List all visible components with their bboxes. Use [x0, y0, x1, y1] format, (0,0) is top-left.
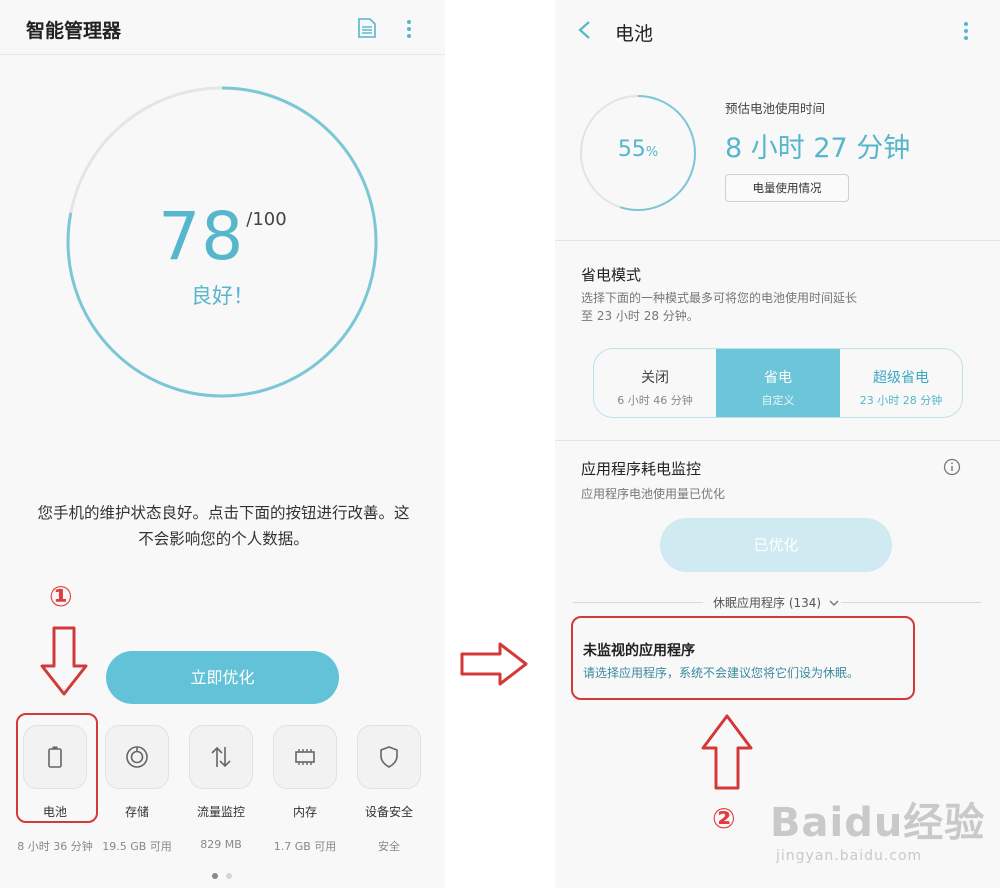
mode-off-sub: 6 小时 46 分钟: [617, 394, 693, 407]
tool-battery-sub: 8 小时 36 分钟: [17, 840, 93, 853]
tools-row: 电池 8 小时 36 分钟 存储 19.5 GB 可用 流量监控 829 MB …: [0, 725, 445, 855]
data-traffic-icon: [211, 746, 231, 768]
optimized-button: 已优化: [660, 518, 892, 572]
power-saving-text-2: 至 23 小时 28 分钟。: [581, 309, 699, 323]
tool-memory-sub: 1.7 GB 可用: [273, 840, 337, 853]
step-marker-2: ②: [712, 802, 736, 835]
battery-page-title: 电池: [615, 23, 654, 45]
unmonitored-apps-title: 未监视的应用程序: [583, 643, 695, 659]
app-power-monitor-title: 应用程序耗电监控: [581, 460, 702, 478]
tool-data-traffic-sub: 829 MB: [200, 838, 242, 851]
security-shield-icon: [380, 746, 398, 768]
optimize-now-button[interactable]: 立即优化: [106, 651, 339, 704]
mode-off[interactable]: 关闭 6 小时 46 分钟: [594, 349, 716, 417]
battery-percent: 55%: [579, 137, 697, 162]
watermark-brand: Baidu经验: [770, 800, 986, 846]
battery-usage-button[interactable]: 电量使用情况: [725, 174, 849, 202]
sleeping-apps-count: 休眠应用程序 (134): [713, 596, 822, 610]
up-arrow-annotation: [701, 714, 753, 790]
step-marker-1: ①: [49, 580, 73, 613]
back-arrow-icon[interactable]: [577, 20, 591, 40]
tool-device-security-tile[interactable]: [357, 725, 421, 789]
battery-icon: [48, 746, 62, 768]
mode-saving-sub: 自定义: [761, 394, 795, 407]
storage-icon: [126, 746, 148, 768]
report-document-icon[interactable]: [358, 18, 376, 38]
unmonitored-apps-item[interactable]: 未监视的应用程序 请选择应用程序，系统不会建议您将它们设为休眠。: [571, 616, 915, 700]
sleeping-apps-row[interactable]: 休眠应用程序 (134): [573, 592, 981, 612]
more-options-icon[interactable]: [402, 18, 416, 40]
tool-storage-tile[interactable]: [105, 725, 169, 789]
score-value: 78: [158, 198, 245, 275]
tool-battery[interactable]: 电池 8 小时 36 分钟: [14, 725, 96, 854]
mode-saving-selected[interactable]: 省电 自定义: [716, 349, 840, 417]
tool-device-security-sub: 安全: [378, 840, 400, 853]
tool-device-security-label: 设备安全: [364, 805, 413, 819]
score: 78/100: [0, 198, 445, 275]
score-status: 良好！: [191, 284, 254, 308]
watermark-url: jingyan.baidu.com: [776, 848, 923, 864]
mode-saving-label: 省电: [764, 370, 792, 386]
tool-device-security[interactable]: 设备安全 安全: [348, 725, 430, 854]
mode-super-saving[interactable]: 超级省电 23 小时 28 分钟: [840, 349, 962, 417]
tool-storage-label: 存储: [124, 805, 149, 819]
baidu-jingyan-watermark: Baidu经验 jingyan.baidu.com: [770, 790, 985, 864]
estimated-time-label: 预估电池使用时间: [725, 101, 826, 116]
app-power-monitor-text: 应用程序电池使用量已优化: [581, 487, 726, 501]
down-arrow-annotation: [40, 626, 88, 696]
power-mode-selector: 关闭 6 小时 46 分钟 省电 自定义 超级省电 23 小时 28 分钟: [593, 348, 963, 418]
tool-data-traffic-tile[interactable]: [189, 725, 253, 789]
page-dot: [226, 873, 232, 879]
info-icon[interactable]: [943, 458, 961, 476]
tool-storage[interactable]: 存储 19.5 GB 可用: [96, 725, 178, 854]
battery-percent-unit: %: [645, 145, 659, 160]
battery-app-bar: 电池: [555, 0, 1000, 60]
right-arrow-annotation: [460, 642, 528, 686]
score-max: /100: [246, 209, 287, 230]
memory-icon: [295, 749, 315, 765]
power-saving-text-1: 选择下面的一种模式最多可将您的电池使用时间延长: [581, 291, 858, 305]
mode-super-saving-label: 超级省电: [873, 370, 929, 386]
mode-off-label: 关闭: [641, 370, 669, 386]
more-options-icon[interactable]: [959, 20, 973, 42]
power-saving-title: 省电模式: [581, 266, 642, 284]
tool-data-traffic-label: 流量监控: [196, 805, 245, 819]
tool-memory[interactable]: 内存 1.7 GB 可用: [264, 725, 346, 854]
tool-storage-sub: 19.5 GB 可用: [102, 840, 172, 853]
tool-memory-tile[interactable]: [273, 725, 337, 789]
divider: [573, 602, 703, 603]
chevron-down-icon: [829, 600, 839, 606]
divider: [555, 440, 1000, 441]
divider: [555, 240, 1000, 241]
unmonitored-apps-text: 请选择应用程序，系统不会建议您将它们设为休眠。: [583, 666, 860, 680]
divider: [841, 602, 981, 603]
tool-data-traffic[interactable]: 流量监控 829 MB: [180, 725, 262, 851]
battery-screen: 电池 55% 预估电池使用时间 8 小时 27 分钟 电量使用情况 省电模式 选…: [555, 0, 1000, 888]
battery-percent-value: 55: [617, 137, 646, 162]
smart-manager-screen: 智能管理器 78/100 良好！ 您手机的维护状态良好。点击下面的按钮进行改善。…: [0, 0, 445, 888]
tool-memory-label: 内存: [292, 805, 317, 819]
page-indicator: [208, 864, 236, 883]
maintenance-description: 您手机的维护状态良好。点击下面的按钮进行改善。这不会影响您的个人数据。: [37, 504, 410, 548]
mode-super-saving-sub: 23 小时 28 分钟: [859, 394, 943, 407]
page-dot-active: [212, 873, 218, 879]
sleeping-apps-label: 休眠应用程序 (134): [713, 594, 839, 611]
estimated-time-value: 8 小时 27 分钟: [725, 133, 911, 164]
app-bar: 智能管理器: [0, 0, 445, 55]
tool-battery-tile[interactable]: [23, 725, 87, 789]
tool-battery-label: 电池: [42, 805, 67, 819]
app-title: 智能管理器: [26, 20, 122, 42]
